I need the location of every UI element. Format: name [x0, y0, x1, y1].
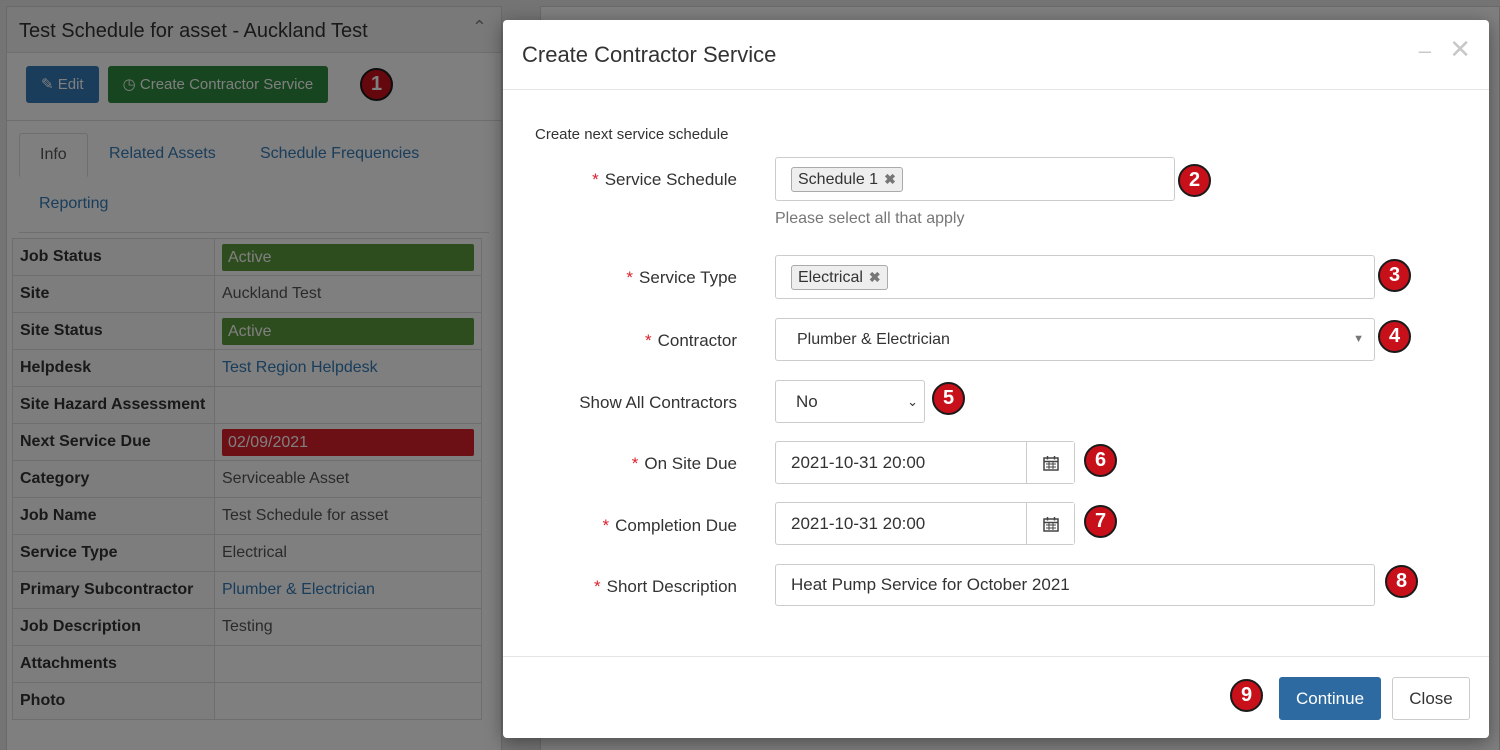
- on-site-due-value: 2021-10-31 20:00: [791, 453, 926, 472]
- minimize-icon[interactable]: –: [1419, 38, 1431, 64]
- calendar-icon[interactable]: [1026, 442, 1074, 483]
- chevron-down-icon: ⌄: [907, 394, 918, 409]
- dropdown-caret-icon: ▼: [1353, 333, 1364, 345]
- intro-text: Create next service schedule: [535, 126, 729, 143]
- modal-body: Create next service schedule * Service Sc…: [503, 90, 1489, 656]
- on-site-due-label: * On Site Due: [631, 454, 737, 473]
- help-text: Please select all that apply: [775, 210, 965, 227]
- remove-tag-icon[interactable]: ✖: [869, 269, 881, 285]
- service-schedule-multiselect[interactable]: Schedule 1 ✖: [775, 157, 1175, 201]
- service-schedule-label: * Service Schedule: [592, 170, 737, 189]
- service-type-label: * Service Type: [626, 268, 737, 287]
- show-all-contractors-label: Show All Contractors: [579, 393, 737, 412]
- continue-button[interactable]: Continue: [1279, 677, 1381, 720]
- modal-footer: 9 Continue Close: [503, 656, 1489, 738]
- callout-badge-4: 4: [1378, 320, 1411, 353]
- contractor-select[interactable]: Plumber & Electrician ▼: [775, 318, 1375, 361]
- show-all-contractors-select[interactable]: No ⌄: [775, 380, 925, 423]
- show-all-value: No: [796, 392, 818, 411]
- callout-badge-2: 2: [1178, 164, 1211, 197]
- modal-title: Create Contractor Service: [522, 42, 777, 67]
- callout-badge-6: 6: [1084, 444, 1117, 477]
- close-icon[interactable]: ✕: [1449, 34, 1471, 65]
- callout-badge-8: 8: [1385, 565, 1418, 598]
- callout-badge-5: 5: [932, 382, 965, 415]
- create-contractor-service-modal: Create Contractor Service – ✕ Create nex…: [503, 20, 1489, 738]
- selected-tag: Electrical ✖: [791, 265, 888, 290]
- remove-tag-icon[interactable]: ✖: [884, 171, 896, 187]
- short-description-label: * Short Description: [593, 577, 737, 596]
- contractor-label: * Contractor: [645, 331, 737, 350]
- contractor-value: Plumber & Electrician: [797, 331, 950, 348]
- on-site-due-input[interactable]: 2021-10-31 20:00: [775, 441, 1075, 484]
- modal-header: Create Contractor Service – ✕: [503, 20, 1489, 90]
- callout-badge-9: 9: [1230, 679, 1263, 712]
- close-button[interactable]: Close: [1392, 677, 1470, 720]
- service-type-multiselect[interactable]: Electrical ✖: [775, 255, 1375, 299]
- completion-due-value: 2021-10-31 20:00: [791, 514, 926, 533]
- calendar-icon[interactable]: [1026, 503, 1074, 544]
- completion-due-label: * Completion Due: [602, 516, 737, 535]
- selected-tag: Schedule 1 ✖: [791, 167, 903, 192]
- callout-badge-3: 3: [1378, 259, 1411, 292]
- short-description-value: Heat Pump Service for October 2021: [791, 575, 1070, 594]
- short-description-input[interactable]: Heat Pump Service for October 2021: [775, 564, 1375, 606]
- callout-badge-7: 7: [1084, 505, 1117, 538]
- completion-due-input[interactable]: 2021-10-31 20:00: [775, 502, 1075, 545]
